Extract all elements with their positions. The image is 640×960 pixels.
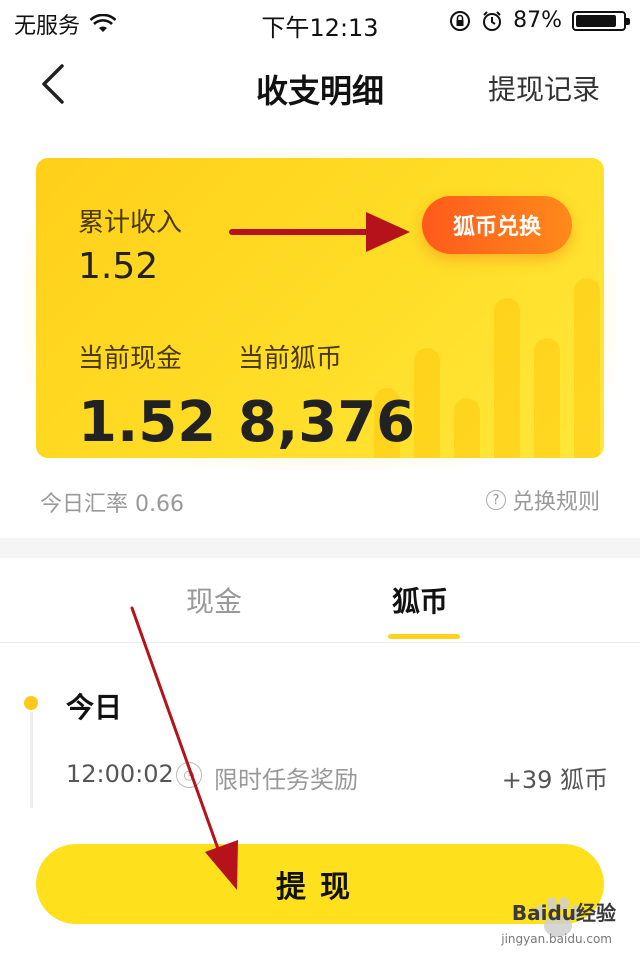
total-income-value: 1.52	[78, 246, 159, 287]
tab-coin[interactable]: 狐币	[392, 580, 448, 620]
timeline-dot	[24, 696, 38, 710]
help-icon: ?	[485, 490, 506, 510]
active-tab-indicator	[388, 634, 460, 639]
watermark-brand: Baidu经验	[511, 901, 616, 925]
watermark-url: jingyan.baidu.com	[501, 932, 612, 946]
battery-percent: 87%	[513, 8, 562, 33]
annotation-arrows	[130, 212, 410, 890]
withdraw-history-link[interactable]: 提现记录	[488, 68, 600, 108]
total-income-label: 累计收入	[78, 208, 183, 238]
day-label: 今日	[66, 691, 123, 724]
record-amount: +39 狐币	[501, 766, 608, 794]
current-cash-label: 当前现金	[78, 344, 183, 374]
status-right: 87%	[449, 8, 630, 33]
exchange-rules-link[interactable]: ? 兑换规则	[485, 484, 600, 516]
current-coin-value: 8,376	[238, 390, 416, 455]
status-bar: 无服务 下午12:13 87%	[0, 0, 640, 42]
tab-cash[interactable]: 现金	[186, 580, 242, 620]
alarm-icon	[483, 10, 502, 31]
timeline-line	[30, 712, 33, 808]
navigation-bar: 收支明细 提现记录	[0, 40, 640, 130]
rotation-lock-icon	[450, 10, 471, 31]
battery-level	[576, 14, 617, 27]
tab-bar: 现金 狐币	[0, 558, 640, 643]
clock-badge-icon: ◷	[176, 762, 202, 788]
record-time: 12:00:02	[66, 760, 174, 788]
current-cash-value: 1.52	[78, 390, 217, 455]
exchange-rate: 今日汇率 0.66	[40, 492, 184, 517]
record-description: 限时任务奖励	[214, 766, 358, 794]
current-coin-label: 当前狐币	[238, 344, 343, 374]
exchange-rules-label: 兑换规则	[511, 490, 600, 515]
battery-icon	[572, 10, 630, 31]
coin-exchange-button[interactable]: 狐币兑换	[422, 196, 572, 254]
section-divider	[0, 538, 640, 558]
